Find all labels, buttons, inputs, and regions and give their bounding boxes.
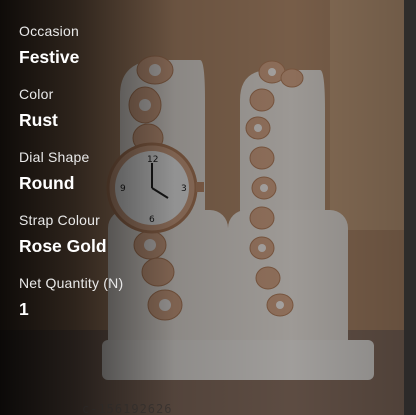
detail-strap-colour: Strap Colour Rose Gold [19,211,279,274]
detail-color: Color Rust [19,85,279,148]
detail-label: Color [19,86,54,102]
right-edge-bar [404,0,416,415]
detail-value: Rose Gold [19,236,107,256]
detail-label: Dial Shape [19,149,90,165]
product-details-overlay: 12 3 6 9 [0,0,416,415]
detail-value: Festive [19,47,80,67]
detail-label: Net Quantity (N) [19,275,124,291]
detail-label: Occasion [19,23,79,39]
detail-occasion: Occasion Festive [19,22,279,85]
detail-value: Round [19,173,75,193]
detail-dial-shape: Dial Shape Round [19,148,279,211]
detail-label: Strap Colour [19,212,100,228]
partial-product-code: c-156192626 [82,402,173,415]
detail-net-quantity: Net Quantity (N) 1 [19,274,279,337]
detail-value: Rust [19,110,58,130]
product-details-list: Occasion Festive Color Rust Dial Shape R… [19,22,279,337]
detail-value: 1 [19,299,29,319]
